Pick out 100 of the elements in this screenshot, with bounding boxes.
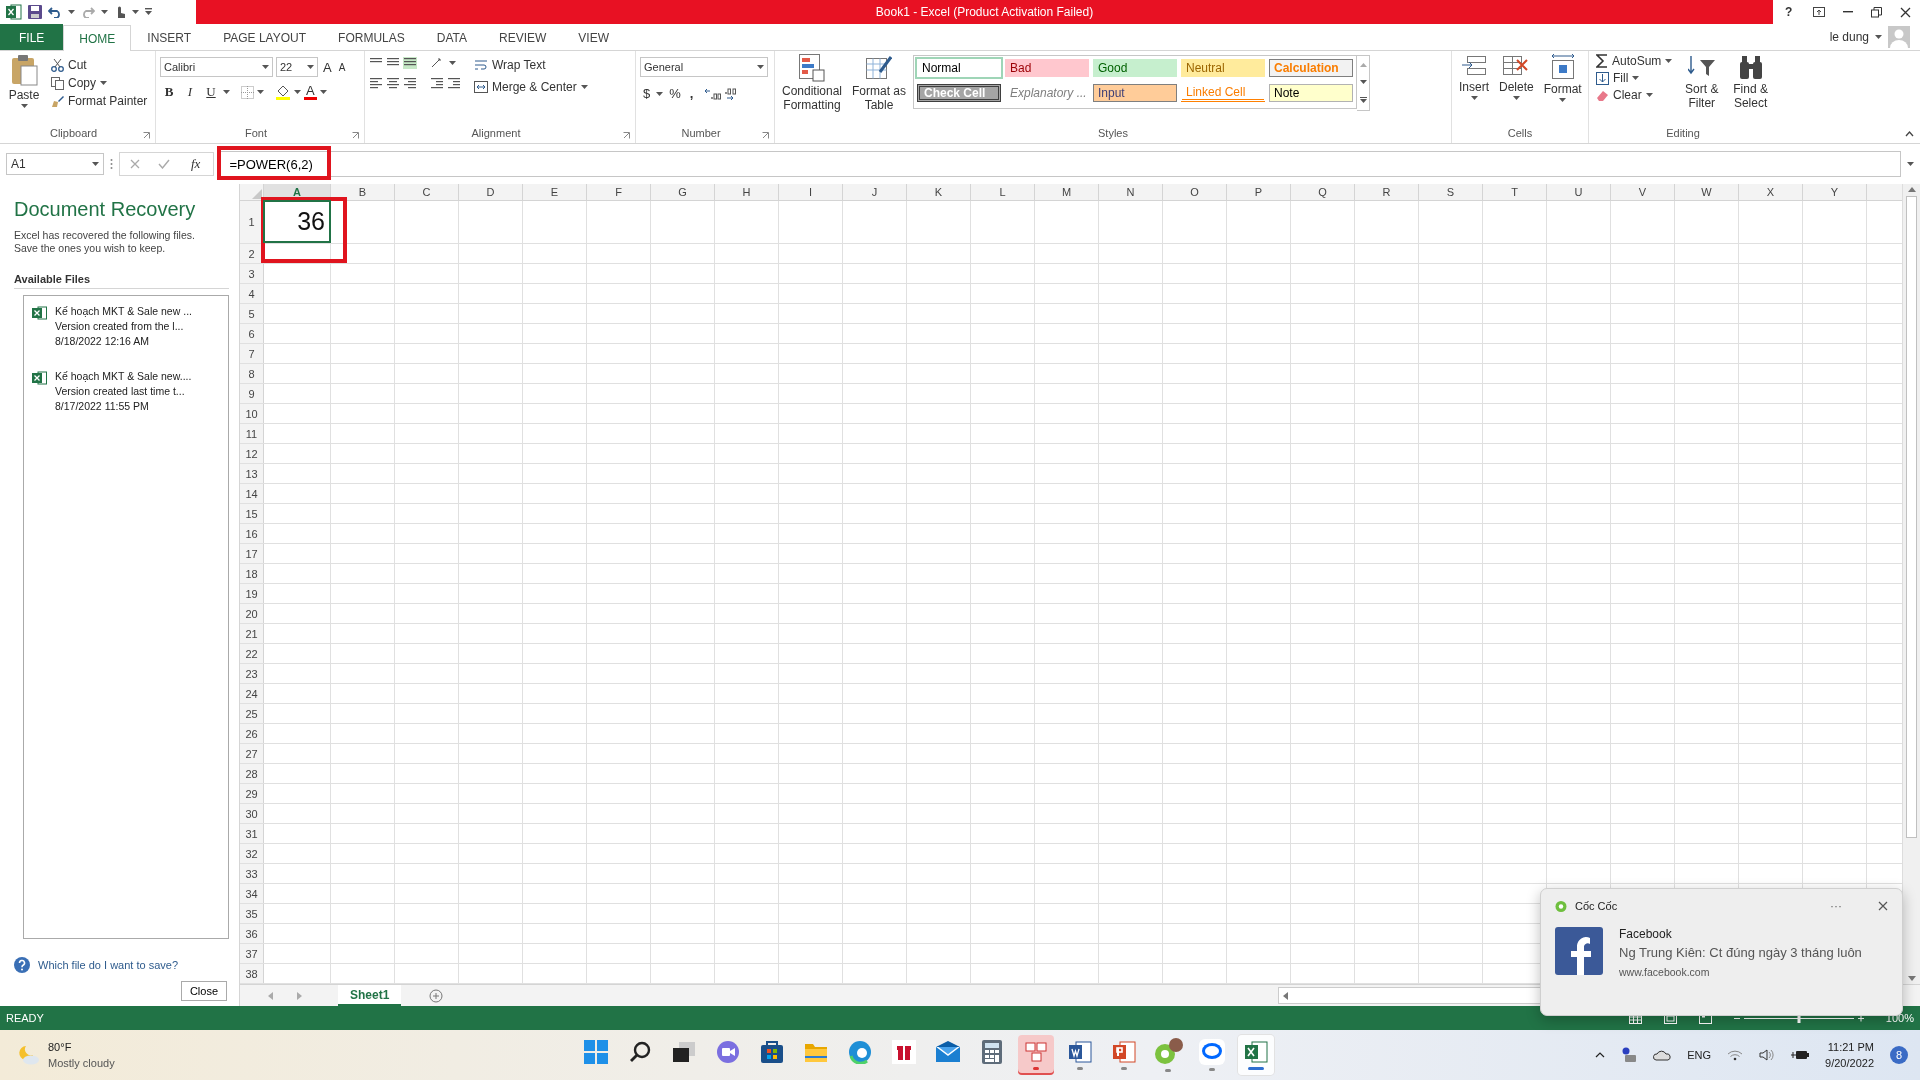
clock-time[interactable]: 11:21 PM: [1825, 1039, 1874, 1055]
insert-button[interactable]: Insert: [1456, 53, 1492, 127]
column-header[interactable]: G: [651, 184, 715, 200]
name-box[interactable]: A1: [6, 153, 104, 175]
row-header[interactable]: 30: [240, 804, 264, 823]
row-header[interactable]: 36: [240, 924, 264, 943]
row-header[interactable]: 31: [240, 824, 264, 843]
ribbon-tab[interactable]: HOME: [63, 25, 132, 51]
autosum-button[interactable]: AutoSum: [1593, 53, 1676, 69]
delete-button[interactable]: Delete: [1496, 53, 1537, 127]
cut-button[interactable]: Cut: [48, 57, 151, 73]
ribbon-tab[interactable]: PAGE LAYOUT: [207, 25, 323, 50]
row-header[interactable]: 14: [240, 484, 264, 503]
column-header[interactable]: I: [779, 184, 843, 200]
column-header[interactable]: P: [1227, 184, 1291, 200]
fill-button[interactable]: Fill: [1593, 70, 1676, 86]
row-header[interactable]: 18: [240, 564, 264, 583]
column-header[interactable]: S: [1419, 184, 1483, 200]
row-header[interactable]: 8: [240, 364, 264, 383]
row-header[interactable]: 20: [240, 604, 264, 623]
paste-button[interactable]: Paste: [4, 53, 44, 127]
help-link[interactable]: Which file do I want to save?: [38, 959, 178, 971]
currency-button[interactable]: $: [640, 85, 654, 102]
font-size-field[interactable]: 22: [276, 57, 318, 77]
row-header[interactable]: 16: [240, 524, 264, 543]
row-header[interactable]: 7: [240, 344, 264, 363]
more-button[interactable]: ···: [1826, 899, 1846, 913]
cell-style[interactable]: Input: [1093, 84, 1177, 102]
sort-filter-button[interactable]: Sort & Filter: [1679, 53, 1725, 127]
row-header[interactable]: 28: [240, 764, 264, 783]
insert-function-button[interactable]: fx: [188, 155, 204, 173]
file-name[interactable]: Kế hoạch MKT & Sale new....: [55, 369, 192, 384]
cell-style[interactable]: Normal: [917, 59, 1001, 77]
row-header[interactable]: 17: [240, 544, 264, 563]
row-header[interactable]: 27: [240, 744, 264, 763]
row-header[interactable]: 29: [240, 784, 264, 803]
row-header[interactable]: 15: [240, 504, 264, 523]
close-button[interactable]: Close: [180, 981, 227, 1001]
number-format-field[interactable]: General: [640, 57, 768, 77]
row-header[interactable]: 19: [240, 584, 264, 603]
merge-center-button[interactable]: Merge & Center: [471, 79, 591, 95]
column-header[interactable]: C: [395, 184, 459, 200]
column-header[interactable]: W: [1675, 184, 1739, 200]
column-header[interactable]: L: [971, 184, 1035, 200]
format-as-table-button[interactable]: Format as Table: [849, 53, 909, 127]
column-header[interactable]: V: [1611, 184, 1675, 200]
ribbon-tab[interactable]: FORMULAS: [322, 25, 421, 50]
bold-button[interactable]: B: [160, 83, 178, 101]
column-header[interactable]: E: [523, 184, 587, 200]
ribbon-tab[interactable]: VIEW: [562, 25, 625, 50]
format-button[interactable]: Format: [1540, 53, 1585, 127]
percent-button[interactable]: %: [666, 85, 684, 102]
row-header[interactable]: 33: [240, 864, 264, 883]
shrink-font-button[interactable]: A: [336, 61, 348, 73]
column-header[interactable]: H: [715, 184, 779, 200]
row-header[interactable]: 34: [240, 884, 264, 903]
row-header[interactable]: 2: [240, 244, 264, 263]
row-header[interactable]: 1: [240, 201, 264, 243]
cell-style[interactable]: Bad: [1005, 59, 1089, 77]
column-header[interactable]: Q: [1291, 184, 1355, 200]
user-name[interactable]: le dung: [1829, 30, 1869, 44]
row-header[interactable]: 12: [240, 444, 264, 463]
active-cell[interactable]: 36: [263, 200, 331, 243]
cell-style[interactable]: Neutral: [1181, 59, 1265, 77]
find-select-button[interactable]: Find & Select: [1728, 53, 1773, 127]
cell-style[interactable]: Good: [1093, 59, 1177, 77]
italic-button[interactable]: I: [181, 83, 199, 101]
comma-button[interactable]: ,: [686, 85, 697, 102]
row-header[interactable]: 3: [240, 264, 264, 283]
font-color-button[interactable]: A: [304, 84, 317, 100]
row-header[interactable]: 6: [240, 324, 264, 343]
file-name[interactable]: Kế hoạch MKT & Sale new ...: [55, 304, 192, 319]
row-header[interactable]: 13: [240, 464, 264, 483]
clock-date[interactable]: 9/20/2022: [1825, 1055, 1874, 1071]
column-header[interactable]: R: [1355, 184, 1419, 200]
cell-style[interactable]: Note: [1269, 84, 1353, 102]
sheet-tab[interactable]: Sheet1: [338, 985, 402, 1006]
wrap-text-button[interactable]: Wrap Text: [471, 57, 591, 73]
row-header[interactable]: 9: [240, 384, 264, 403]
ribbon-tab[interactable]: REVIEW: [483, 25, 563, 50]
language-indicator[interactable]: ENG: [1687, 1049, 1712, 1061]
row-header[interactable]: 32: [240, 844, 264, 863]
column-header[interactable]: J: [843, 184, 907, 200]
column-header[interactable]: F: [587, 184, 651, 200]
row-header[interactable]: 5: [240, 304, 264, 323]
column-header[interactable]: D: [459, 184, 523, 200]
column-header[interactable]: N: [1099, 184, 1163, 200]
column-header[interactable]: M: [1035, 184, 1099, 200]
column-header[interactable]: B: [331, 184, 395, 200]
row-header[interactable]: 10: [240, 404, 264, 423]
conditional-formatting-button[interactable]: Conditional Formatting: [779, 53, 845, 127]
row-header[interactable]: 21: [240, 624, 264, 643]
row-header[interactable]: 37: [240, 944, 264, 963]
column-header[interactable]: U: [1547, 184, 1611, 200]
grow-font-button[interactable]: A: [321, 59, 334, 75]
help-button[interactable]: ?: [1781, 4, 1796, 20]
copy-button[interactable]: Copy: [48, 75, 151, 91]
row-header[interactable]: 25: [240, 704, 264, 723]
column-header[interactable]: X: [1739, 184, 1803, 200]
row-header[interactable]: 4: [240, 284, 264, 303]
